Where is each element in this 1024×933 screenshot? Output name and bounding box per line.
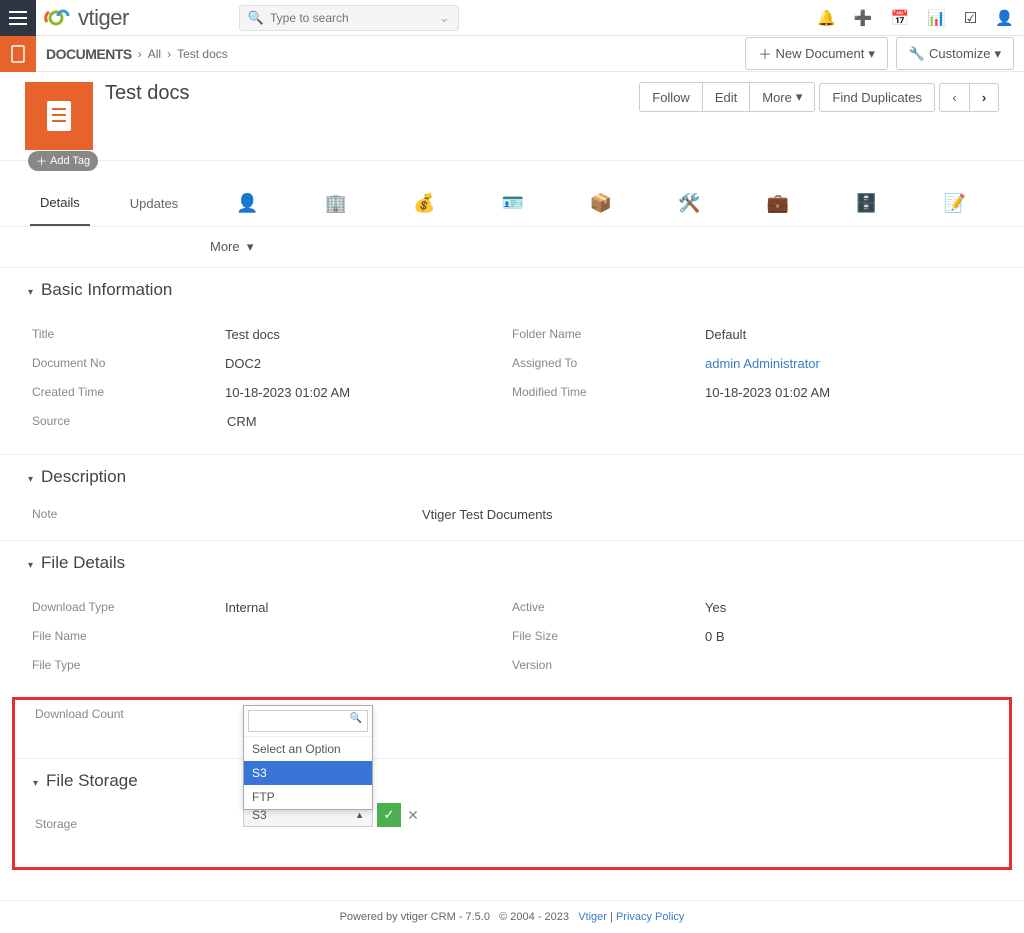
record-icon [25,82,93,150]
section-storage[interactable]: File Storage [15,759,1009,803]
section-desc[interactable]: Description [0,455,1024,499]
value-fsize: 0 B [705,629,992,644]
confirm-button[interactable]: ✓ [377,803,401,827]
chevron-down-icon[interactable]: ⌄ [439,10,450,26]
value-dltype: Internal [225,600,512,615]
footer: Powered by vtiger CRM - 7.5.0 © 2004 - 2… [0,900,1024,933]
chevron-up-icon: ▲ [355,810,364,820]
bc-all[interactable]: All [148,47,161,61]
bc-current: Test docs [177,47,228,61]
label-source: Source [32,414,227,429]
caret-icon [28,467,33,487]
label-dlcount: Download Count [35,707,230,721]
cancel-button[interactable]: ✕ [403,803,423,827]
label-storage: Storage [35,817,230,831]
section-basic[interactable]: Basic Information [0,268,1024,312]
dropdown-search [244,706,372,737]
plus-circle-icon[interactable]: ➕ [854,9,873,27]
storage-dropdown-panel: Select an Option S3 FTP [243,705,373,810]
logo-text: vtiger [78,5,129,31]
tab-icon-server[interactable]: 🗄️ [837,183,895,224]
section-file[interactable]: File Details [0,541,1024,585]
label-dltype: Download Type [32,600,225,615]
follow-button[interactable]: Follow [639,82,702,112]
dropdown-opt-ftp[interactable]: FTP [244,785,372,809]
label-fsize: File Size [512,629,705,644]
search-input[interactable] [270,11,439,25]
edit-button[interactable]: Edit [702,82,749,112]
tab-icon-card[interactable]: 🪪 [483,183,541,224]
label-folder: Folder Name [512,327,705,342]
tab-icon-note[interactable]: 📝 [926,183,984,224]
module-badge[interactable] [0,36,36,72]
value-active: Yes [705,600,992,615]
value-folder: Default [705,327,992,342]
label-title: Title [32,327,225,342]
tab-icon-box[interactable]: 📦 [572,183,630,224]
label-modified: Modified Time [512,385,705,400]
add-tag-button[interactable]: ＋Add Tag [28,151,98,171]
global-search[interactable]: 🔍 ⌄ [239,5,459,31]
label-note: Note [32,507,422,522]
value-ftype [225,658,512,672]
label-active: Active [512,600,705,615]
label-fname: File Name [32,629,225,644]
label-version: Version [512,658,705,672]
label-docno: Document No [32,356,225,371]
caret-icon [33,771,38,791]
label-created: Created Time [32,385,225,400]
value-version [705,658,992,672]
value-fname [225,629,512,644]
tab-icon-tools[interactable]: 🛠️ [660,183,718,224]
breadcrumb: DOCUMENTS › All › Test docs [46,46,228,62]
value-modified: 10-18-2023 01:02 AM [705,385,992,400]
tab-icon-id[interactable]: 🎫 [1014,183,1024,224]
tab-icon-person[interactable]: 👤 [218,183,276,224]
menu-hamburger[interactable] [0,0,36,36]
module-name[interactable]: DOCUMENTS [46,46,132,62]
bell-icon[interactable]: 🔔 [817,9,836,27]
tab-icon-building[interactable]: 🏢 [307,183,365,224]
value-note: Vtiger Test Documents [422,507,712,522]
dropdown-placeholder[interactable]: Select an Option [244,737,372,761]
find-duplicates-button[interactable]: Find Duplicates [819,83,935,112]
footer-vtiger-link[interactable]: Vtiger [578,911,607,923]
prev-record-button[interactable]: ‹ [939,83,969,112]
value-assigned[interactable]: admin Administrator [705,356,992,371]
page-title: Test docs [105,82,189,105]
tabs-more[interactable]: More ▾ [0,227,1024,267]
caret-icon [28,280,33,300]
tab-updates[interactable]: Updates [120,182,188,225]
label-ftype: File Type [32,658,225,672]
more-button[interactable]: More ▾ [749,82,815,112]
search-icon: 🔍 [248,10,264,26]
value-created: 10-18-2023 01:02 AM [225,385,512,400]
next-record-button[interactable]: › [969,83,999,112]
check-icon[interactable]: ☑ [964,9,977,27]
chart-icon[interactable]: 📊 [927,9,946,27]
user-icon[interactable]: 👤 [995,9,1014,27]
dropdown-opt-s3[interactable]: S3 [244,761,372,785]
wrench-icon: 🔧 [909,46,925,62]
tab-icon-money[interactable]: 💰 [395,183,453,224]
value-title: Test docs [225,327,512,342]
tab-icon-briefcase[interactable]: 💼 [749,183,807,224]
customize-button[interactable]: 🔧Customize▾ [896,37,1014,70]
footer-privacy-link[interactable]: Privacy Policy [616,911,684,923]
new-document-button[interactable]: ＋New Document▾ [745,37,887,70]
calendar-icon[interactable]: 📅 [890,9,909,27]
caret-icon [28,553,33,573]
label-assigned: Assigned To [512,356,705,371]
tab-details[interactable]: Details [30,181,90,226]
value-docno: DOC2 [225,356,512,371]
value-source: CRM [227,414,517,429]
dropdown-search-input[interactable] [248,710,368,732]
logo[interactable]: vtiger [44,5,129,31]
